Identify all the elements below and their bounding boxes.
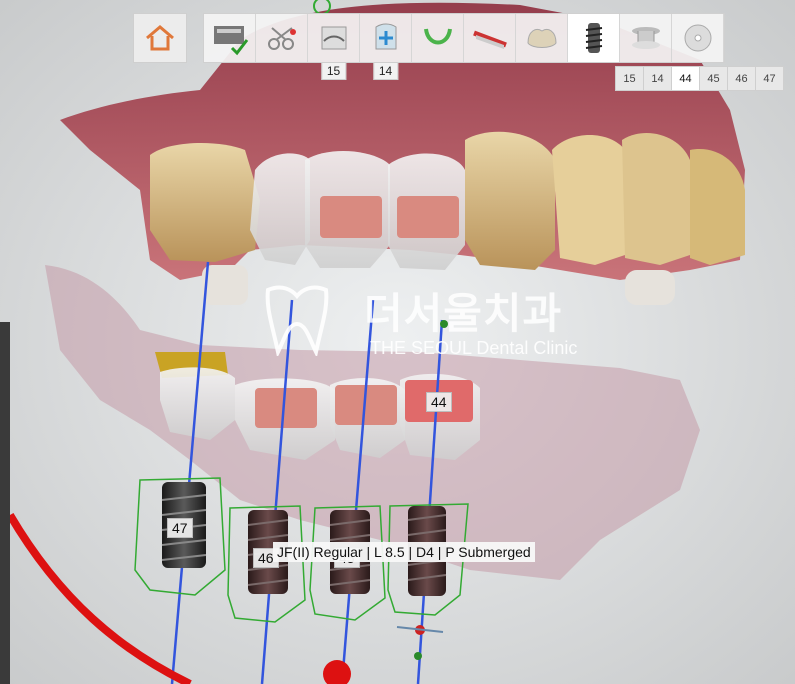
step-export[interactable] — [672, 14, 724, 62]
step-badge-15: 15 — [320, 62, 347, 80]
abutment-icon — [631, 27, 660, 49]
insertion-axis-icon — [375, 23, 396, 50]
disc-icon — [684, 24, 711, 52]
step-crown-library[interactable] — [516, 14, 568, 62]
abutment-13 — [397, 196, 459, 238]
watermark-korean: 더서울치과 — [364, 290, 563, 337]
implant-info-tooltip: JF(II) Regular | L 8.5 | D4 | P Submerge… — [273, 542, 535, 562]
step-badge-14: 14 — [372, 62, 399, 80]
tooth-tab-15[interactable]: 15 — [615, 66, 644, 91]
tooth-tab-44[interactable]: 44 — [671, 66, 700, 91]
arch-u-icon — [423, 28, 452, 45]
margin-icon — [321, 26, 346, 50]
upper-canine — [465, 131, 555, 270]
upper-incisor-2 — [622, 132, 690, 265]
left-side-panel-edge — [0, 322, 10, 684]
tooth-number-tabs: 15 14 44 45 46 47 — [615, 66, 784, 91]
workflow-steps: 15 14 — [203, 13, 725, 80]
watermark-logo — [262, 284, 332, 358]
step-abutment-design[interactable] — [620, 14, 672, 62]
scan-data-icon — [213, 26, 248, 56]
scissors-tooth-icon — [267, 27, 296, 50]
tooth-tab-14[interactable]: 14 — [643, 66, 672, 91]
tooth-logo-icon — [265, 285, 329, 358]
tooth-tab-47[interactable]: 47 — [755, 66, 784, 91]
crown-icon — [526, 29, 557, 48]
gingiva-icon — [472, 30, 507, 49]
implant-icon — [585, 23, 602, 53]
implant-label-44[interactable]: 44 — [426, 392, 452, 412]
step-arch-design[interactable] — [412, 14, 464, 62]
step-implant-design[interactable] — [568, 14, 620, 62]
upper-incisor-1 — [552, 135, 625, 265]
tooth-tab-45[interactable]: 45 — [699, 66, 728, 91]
step-scan-data[interactable] — [204, 14, 256, 62]
tooth-tab-46[interactable]: 46 — [727, 66, 756, 91]
step-tooth-selection[interactable] — [256, 14, 308, 62]
rotate-handle-bottom[interactable] — [414, 652, 422, 660]
workflow-toolbar: 15 14 — [133, 13, 725, 80]
abutment-14 — [320, 196, 382, 238]
step-gingiva-design[interactable] — [464, 14, 516, 62]
implant-label-47[interactable]: 47 — [167, 518, 193, 538]
home-button[interactable] — [133, 13, 187, 63]
upper-abutment-stub-right — [625, 270, 675, 305]
home-icon — [146, 25, 174, 51]
upper-molar — [150, 143, 260, 262]
lower-abutment-46 — [255, 388, 317, 428]
step-margin-design[interactable]: 15 — [308, 14, 360, 80]
watermark-english: THE SEOUL Dental Clinic — [370, 338, 578, 358]
upper-abutment-stub-left — [202, 265, 248, 305]
step-insertion-axis[interactable]: 14 — [360, 14, 412, 80]
